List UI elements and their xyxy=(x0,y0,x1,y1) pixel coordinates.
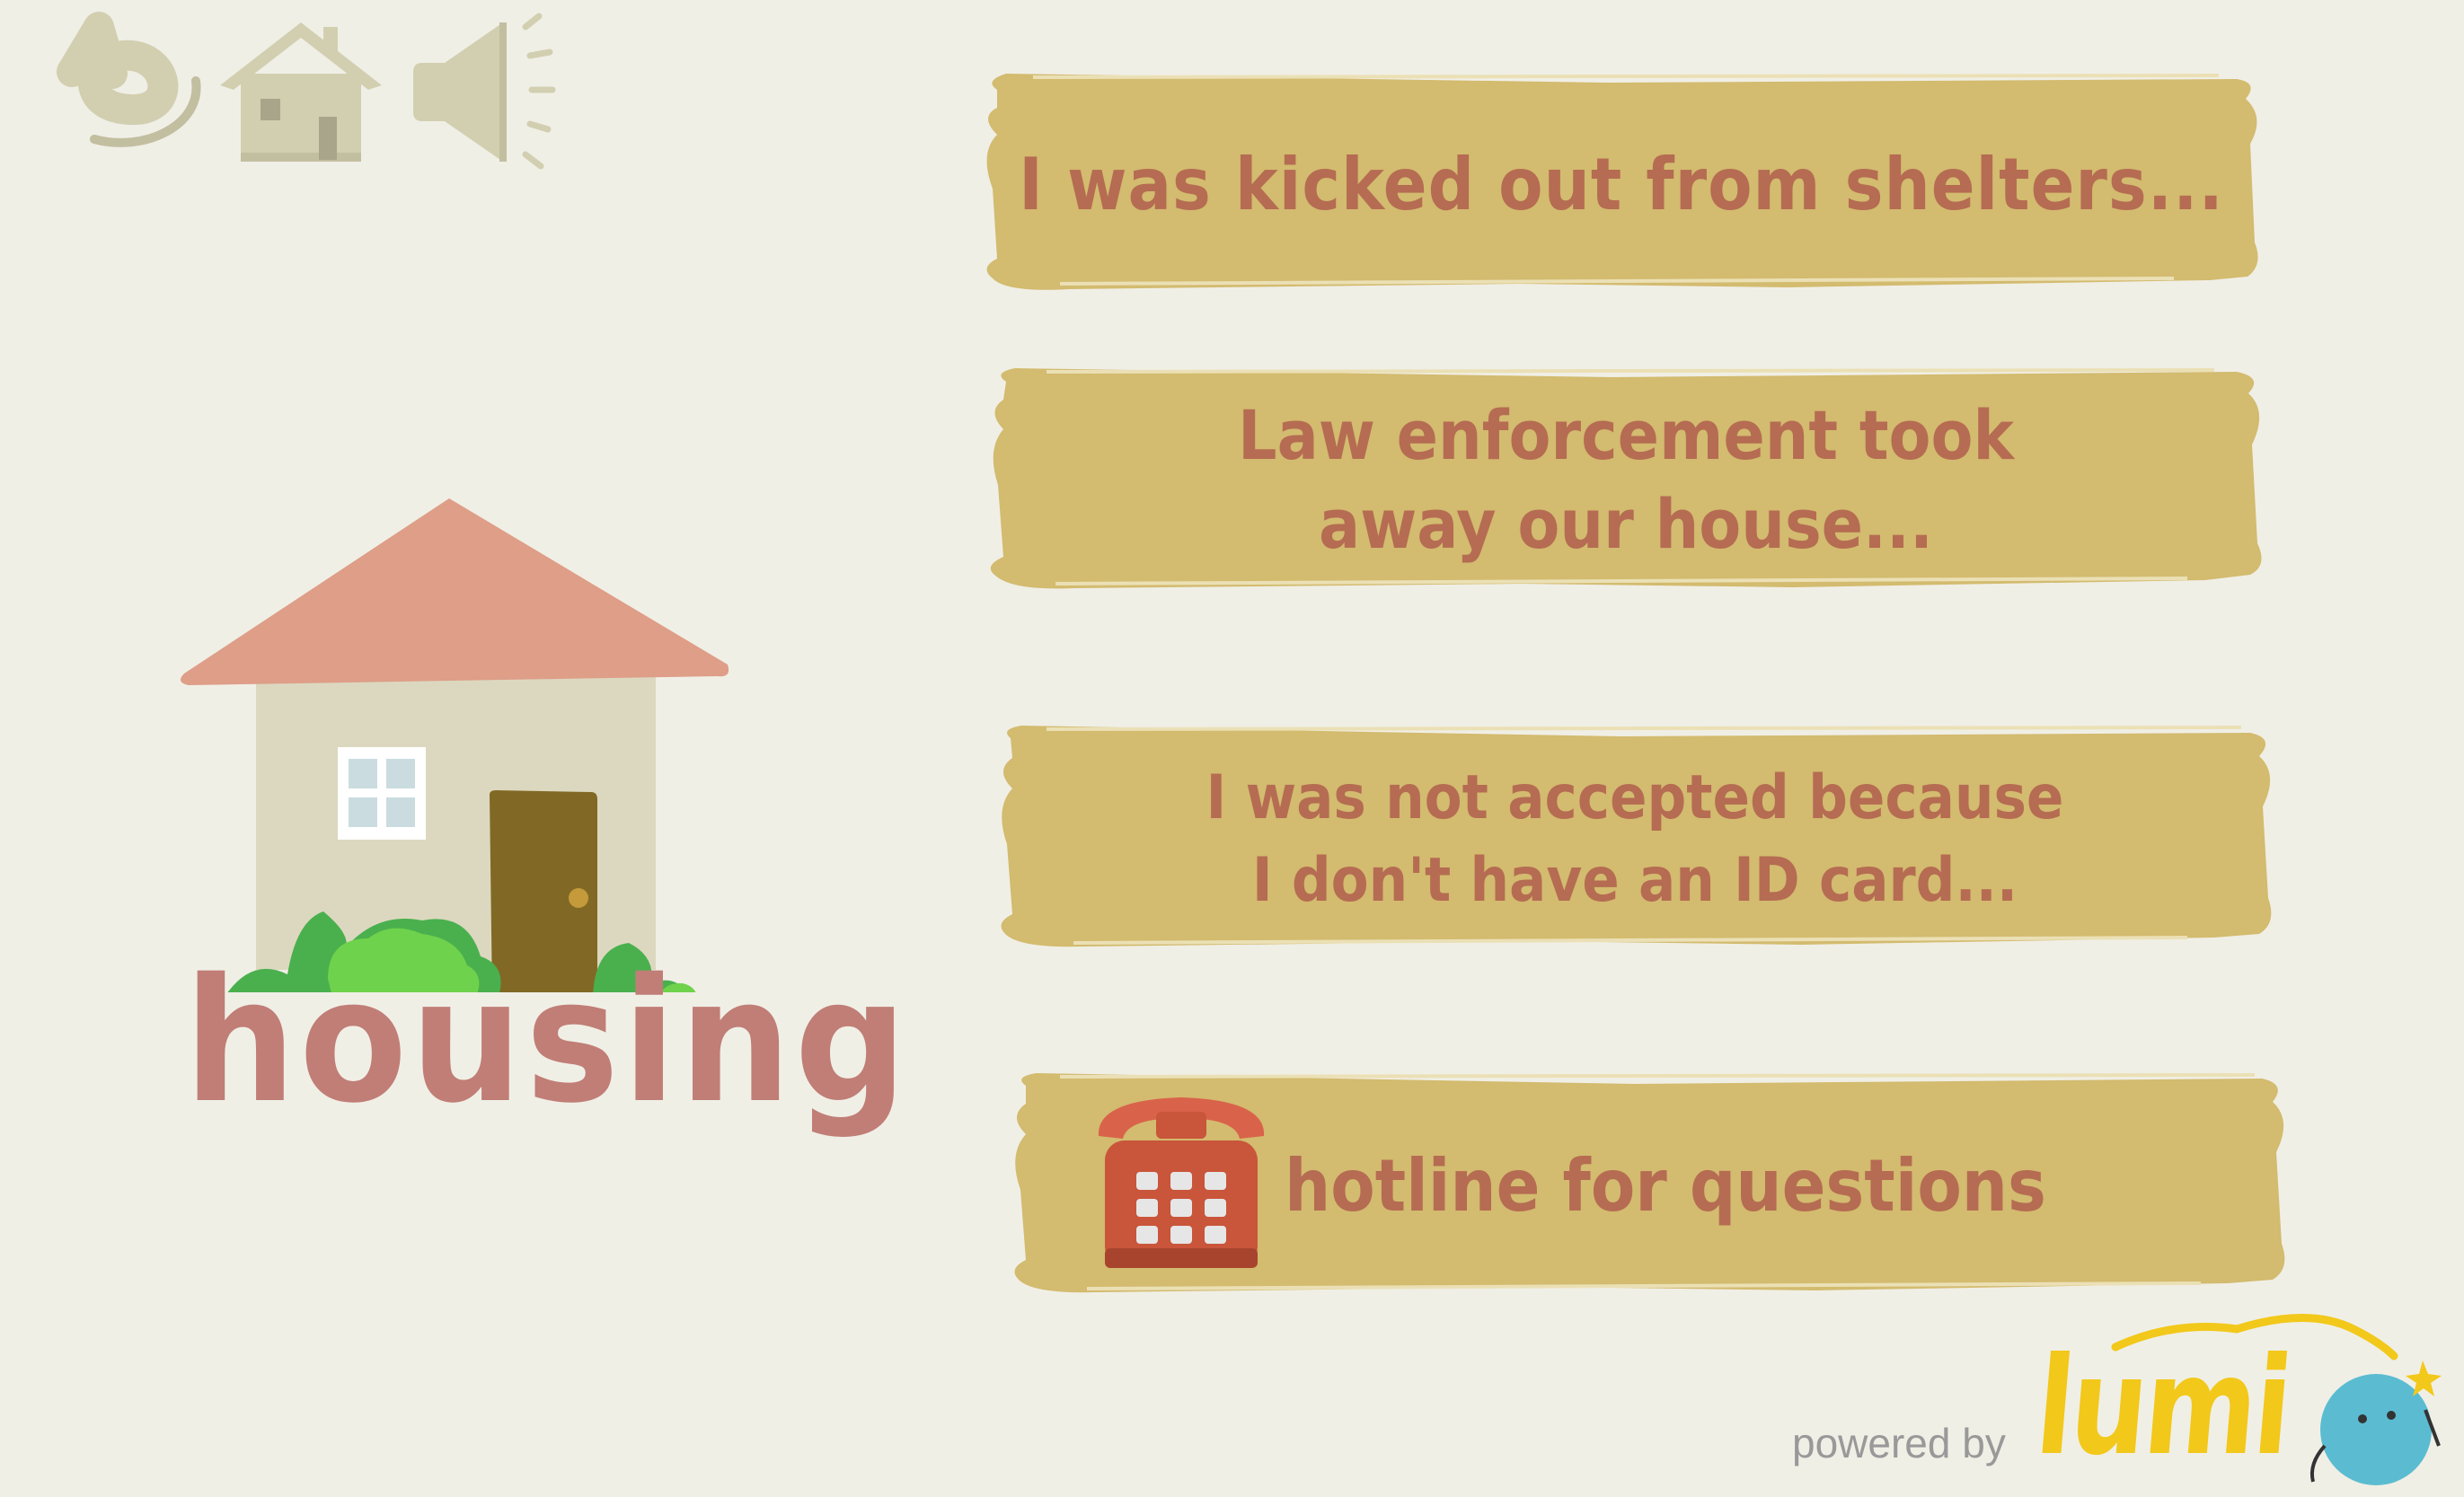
lumi-mascot-icon xyxy=(2111,1314,2442,1485)
option-kicked-out-shelters[interactable]: I was kicked out from shelters... xyxy=(979,63,2264,305)
house-with-bushes-icon xyxy=(181,498,729,992)
option-hotline[interactable]: hotline for questions xyxy=(1006,1064,2291,1307)
powered-by-label: powered by xyxy=(1792,1420,2006,1466)
category-title: housing xyxy=(184,942,911,1140)
toolbar xyxy=(36,9,566,171)
screen: housing I was kicked out from shelters..… xyxy=(0,0,2464,1497)
house-icon[interactable] xyxy=(216,9,386,171)
option-label: I was not accepted because I don't have … xyxy=(1206,762,2064,916)
option-label: Law enforcement took away our house... xyxy=(1238,395,2014,564)
option-no-id-card[interactable]: I was not accepted because I don't have … xyxy=(993,718,2277,961)
undo-arrow-icon[interactable] xyxy=(45,9,207,171)
speaker-icon[interactable] xyxy=(404,9,566,171)
option-law-enforcement[interactable]: Law enforcement took away our house... xyxy=(984,359,2268,602)
lumi-logo[interactable]: lumi xyxy=(2030,1311,2452,1491)
option-label: hotline for questions xyxy=(1285,1143,2046,1228)
option-label: I was kicked out from shelters... xyxy=(1019,142,2224,226)
